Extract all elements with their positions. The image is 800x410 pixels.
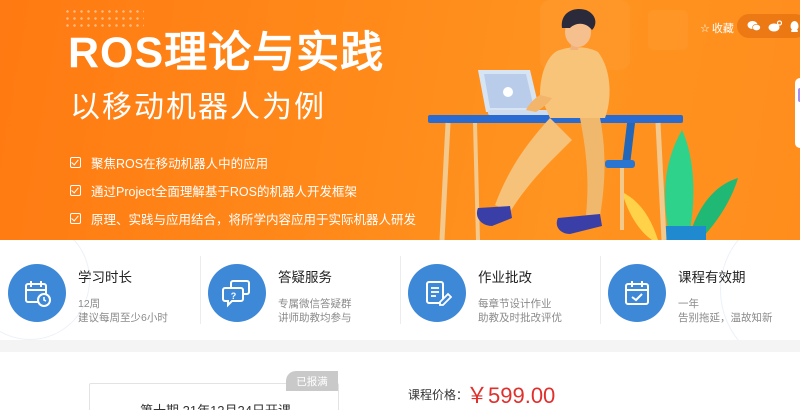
course-features: 学习时长 12周 建议每周至少6小时 ? 答疑服务 专属微信答疑群 讲师助教均参… (0, 240, 800, 340)
feature-title: 学习时长 (78, 270, 132, 285)
highlight-item: 通过Project全面理解基于ROS的机器人开发框架 (70, 176, 416, 204)
feature-desc: 建议每周至少6小时 (78, 312, 168, 324)
feature-desc: 讲师助教均参与 (278, 312, 352, 324)
chat-question-icon: ? (208, 264, 266, 322)
decorative-circle (0, 240, 90, 340)
highlight-text: 原理、实践与应用结合，将所学内容应用于实际机器人研发 (91, 212, 417, 227)
course-page: ROS理论与实践 以移动机器人为例 聚焦ROS在移动机器人中的应用 通过Proj… (0, 0, 800, 410)
status-badge: 已报满 (286, 371, 338, 391)
share-bar (737, 14, 800, 38)
session-label: 第十期 21年12月24日开课 (140, 400, 291, 410)
wechat-share-icon[interactable] (747, 20, 761, 32)
checkbox-icon (70, 156, 81, 168)
calendar-check-icon (608, 264, 666, 322)
highlight-item: 聚焦ROS在移动机器人中的应用 (70, 148, 416, 176)
course-banner: ROS理论与实践 以移动机器人为例 聚焦ROS在移动机器人中的应用 通过Proj… (0, 0, 800, 240)
feature-desc: 12周 (78, 298, 101, 310)
feature-desc: 助教及时批改评优 (478, 312, 562, 324)
favorite-label: 收藏 (711, 23, 734, 35)
weibo-share-icon[interactable] (768, 20, 782, 32)
checkbox-icon (70, 184, 81, 196)
feature-desc: 每章节设计作业 (478, 298, 552, 310)
feature-homework-grading: 作业批改 每章节设计作业 助教及时批改评优 (400, 240, 600, 340)
highlight-text: 通过Project全面理解基于ROS的机器人开发框架 (91, 184, 357, 199)
highlight-item: 原理、实践与应用结合，将所学内容应用于实际机器人研发 (70, 204, 416, 232)
side-panel-tab[interactable] (795, 78, 800, 148)
favorite-button[interactable]: ☆ 收藏 (700, 20, 734, 36)
feature-title: 作业批改 (478, 270, 532, 285)
star-icon: ☆ (700, 22, 710, 35)
course-subtitle: 以移动机器人为例 (70, 91, 326, 124)
feature-study-duration: 学习时长 12周 建议每周至少6小时 (0, 240, 200, 340)
highlight-text: 聚焦ROS在移动机器人中的应用 (91, 156, 269, 171)
decorative-circle (720, 240, 800, 340)
course-title: ROS理论与实践 (68, 29, 385, 77)
feature-title: 答疑服务 (278, 270, 332, 285)
checkbox-icon (70, 212, 81, 224)
feature-desc: 专属微信答疑群 (278, 298, 352, 310)
price-label: 课程价格： (408, 388, 469, 402)
developer-illustration (428, 0, 738, 240)
course-price: ￥599.00 (466, 383, 556, 408)
course-highlights: 聚焦ROS在移动机器人中的应用 通过Project全面理解基于ROS的机器人开发… (70, 148, 416, 232)
document-edit-icon (408, 264, 466, 322)
feature-qa-service: ? 答疑服务 专属微信答疑群 讲师助教均参与 (200, 240, 400, 340)
feature-validity-period: 课程有效期 一年 告别拖延，温故知新 (600, 240, 800, 340)
svg-text:?: ? (231, 291, 237, 301)
qq-share-icon[interactable] (789, 20, 800, 33)
